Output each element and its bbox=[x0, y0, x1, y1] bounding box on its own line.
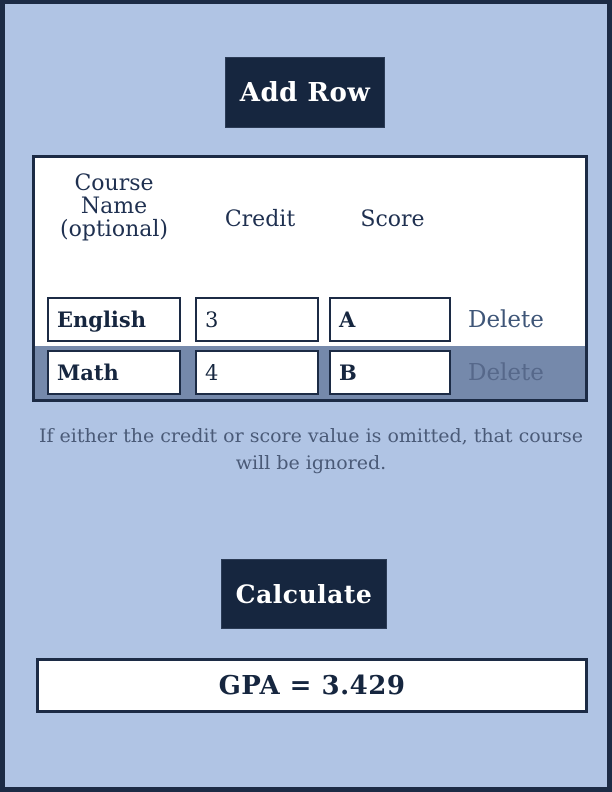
column-header-course-name: Course Name (optional) bbox=[60, 171, 168, 243]
cell-course-name: Math bbox=[35, 350, 193, 395]
cell-course-name: English bbox=[35, 297, 193, 342]
cell-credit: 4 bbox=[193, 350, 327, 395]
column-header-score: Score bbox=[360, 207, 425, 232]
course-name-input[interactable]: Math bbox=[47, 350, 181, 395]
table-row: English 3 A Delete bbox=[35, 293, 585, 346]
calculate-button[interactable]: Calculate bbox=[221, 559, 387, 629]
cell-score: A bbox=[327, 297, 458, 342]
column-header-delete bbox=[458, 158, 585, 172]
credit-input[interactable]: 3 bbox=[195, 297, 319, 342]
cell-credit: 3 bbox=[193, 297, 327, 342]
gpa-calculator-page: Add Row Course Name (optional) Credit Sc… bbox=[0, 0, 612, 792]
cell-delete: Delete bbox=[458, 360, 585, 386]
course-name-input[interactable]: English bbox=[47, 297, 181, 342]
cell-delete: Delete bbox=[458, 307, 585, 333]
score-input[interactable]: A bbox=[329, 297, 451, 342]
gpa-result-display: GPA = 3.429 bbox=[36, 658, 588, 713]
credit-input[interactable]: 4 bbox=[195, 350, 319, 395]
column-header-credit: Credit bbox=[224, 207, 296, 232]
course-table: Course Name (optional) Credit Score Engl… bbox=[32, 155, 588, 402]
helper-note: If either the credit or score value is o… bbox=[38, 425, 583, 474]
delete-row-button[interactable]: Delete bbox=[458, 307, 585, 333]
delete-row-button[interactable]: Delete bbox=[458, 360, 585, 386]
cell-score: B bbox=[327, 350, 458, 395]
table-header-row: Course Name (optional) Credit Score bbox=[35, 158, 585, 293]
score-input[interactable]: B bbox=[329, 350, 451, 395]
table-row: Math 4 B Delete bbox=[35, 346, 585, 399]
add-row-button[interactable]: Add Row bbox=[225, 57, 385, 128]
